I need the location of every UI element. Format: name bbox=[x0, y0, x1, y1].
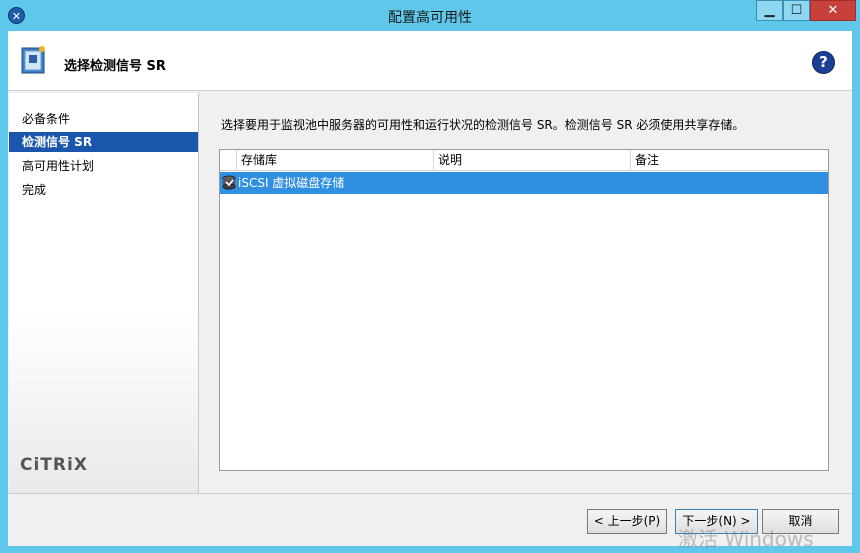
list-header: 存储库 说明 备注 bbox=[220, 150, 828, 171]
wizard-window: ✕ 配置高可用性 ▁ ☐ ✕ 选择检测信号 SR ? 必备条件 检测信号 SR … bbox=[0, 0, 860, 553]
wizard-page-icon bbox=[21, 46, 45, 74]
page-title: 选择检测信号 SR bbox=[64, 59, 166, 74]
step-ha-plan: 高可用性计划 bbox=[22, 159, 95, 173]
window-title: 配置高可用性 bbox=[388, 10, 472, 26]
client-area: 选择检测信号 SR ? 必备条件 检测信号 SR 高可用性计划 完成 CiTRi… bbox=[8, 31, 852, 546]
title-bar[interactable]: ✕ 配置高可用性 ▁ ☐ ✕ bbox=[0, 0, 860, 31]
column-header-notes[interactable]: 备注 bbox=[631, 150, 828, 170]
step-heartbeat-sr: 检测信号 SR bbox=[9, 132, 198, 152]
column-header-description[interactable]: 说明 bbox=[434, 150, 631, 170]
wizard-steps-sidebar: 必备条件 检测信号 SR 高可用性计划 完成 CiTRiX bbox=[9, 93, 199, 493]
column-header-storage[interactable]: 存储库 bbox=[237, 150, 434, 170]
back-button[interactable]: < 上一步(P) bbox=[587, 509, 667, 534]
step-prerequisites: 必备条件 bbox=[22, 112, 71, 126]
maximize-button[interactable]: ☐ bbox=[783, 0, 810, 21]
row-storage-name: iSCSI 虚拟磁盘存储 bbox=[238, 176, 345, 190]
help-icon[interactable]: ? bbox=[812, 51, 835, 74]
minimize-button[interactable]: ▁ bbox=[756, 0, 783, 21]
instruction-text: 选择要用于监视池中服务器的可用性和运行状况的检测信号 SR。检测信号 SR 必须… bbox=[221, 118, 745, 132]
step-finish: 完成 bbox=[22, 183, 47, 197]
column-header-checkbox bbox=[220, 150, 237, 170]
citrix-logo: CiTRiX bbox=[20, 455, 88, 475]
sr-list[interactable]: 存储库 说明 备注 iSCSI 虚拟磁盘存储 bbox=[219, 149, 829, 471]
table-row[interactable]: iSCSI 虚拟磁盘存储 bbox=[220, 172, 828, 194]
wizard-header: 选择检测信号 SR ? bbox=[8, 31, 852, 91]
close-button[interactable]: ✕ bbox=[810, 0, 856, 21]
activation-watermark: 激活 Windows bbox=[678, 527, 814, 551]
storage-disk-icon bbox=[222, 175, 236, 190]
wizard-content: 选择要用于监视池中服务器的可用性和运行状况的检测信号 SR。检测信号 SR 必须… bbox=[199, 93, 852, 493]
